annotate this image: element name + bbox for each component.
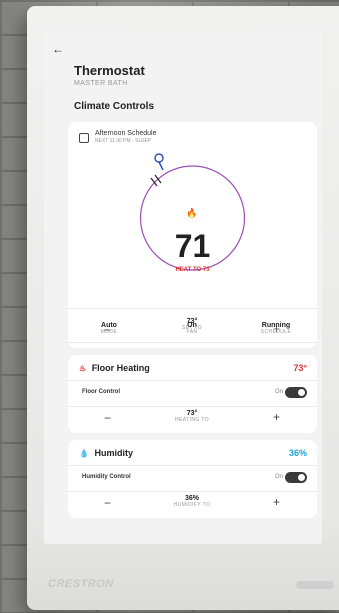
floor-decrement-button[interactable]: − [104,411,111,425]
schedule-selector[interactable]: Running SCHEDULE [241,322,311,335]
floor-target-value: 73° [186,410,198,417]
fan-selector[interactable]: On FAN [157,322,227,335]
divider [68,342,317,343]
mode-selector[interactable]: Auto MODE [74,322,144,335]
floor-heating-label: Floor Heating [91,363,150,373]
humidity-icon: 💧 [79,449,89,458]
fan-label: FAN [186,329,198,335]
thermostat-card: Afternoon Schedule NEXT 11:30 PM - SLEEP… [68,122,317,348]
crestron-logo: CRESTRON [48,578,114,590]
calendar-icon [79,133,89,143]
screen: ← Thermostat MASTER BATH Climate Control… [44,31,322,544]
heat-to-label: HEAT TO 73 [175,267,210,273]
section-title: Climate Controls [74,101,155,112]
floor-target-label: HEATING TO [174,417,209,423]
humidity-card: 💧 Humidity 36% Humidity Control On − 36%… [68,440,317,518]
floor-heating-value: 73° [293,363,307,373]
divider [68,380,317,381]
humidity-decrement-button[interactable]: − [104,496,111,510]
humidity-label: Humidity [94,448,133,458]
humidity-control-toggle[interactable] [285,472,307,483]
room-subtitle: MASTER BATH [74,80,128,87]
back-arrow-icon[interactable]: ← [52,42,64,56]
dial-handle-stem [158,161,164,171]
dial-handle [154,153,164,163]
divider [68,308,317,309]
humidity-target-label: HUMIDIFY TO [173,502,211,508]
mode-value: Auto [101,322,117,329]
floor-increment-button[interactable]: + [273,410,280,424]
floor-control-toggle[interactable] [285,387,307,398]
floor-heat-icon: ♨ [79,364,87,373]
humidity-target-value: 36% [184,495,199,502]
floor-heating-title: ♨ Floor Heating [79,363,150,373]
fan-value: On [187,322,197,329]
schedule-subtitle: NEXT 11:30 PM - SLEEP [95,138,152,144]
schedule-label: SCHEDULE [260,329,292,335]
divider [68,465,317,466]
floor-heating-card: ♨ Floor Heating 73° Floor Control On − 7… [68,355,317,433]
divider [68,406,317,407]
humidity-target-display: 36% HUMIDIFY TO [152,495,232,508]
floor-toggle-state: On [274,389,283,395]
flame-icon: 🔥 [186,208,198,218]
humidity-value: 36% [288,448,307,458]
humidity-title: 💧 Humidity [79,448,133,458]
humidity-increment-button[interactable]: + [273,495,280,509]
page-title: Thermostat [74,63,145,78]
schedule-title[interactable]: Afternoon Schedule [95,130,157,137]
status-light [296,581,334,589]
divider [68,491,317,492]
mode-label: MODE [100,329,118,335]
floor-target-display: 73° HEATING TO [152,410,232,423]
schedule-value: Running [261,322,291,329]
current-temperature: 71 [174,228,211,264]
floor-control-label: Floor Control [82,389,120,395]
humidity-toggle-state: On [274,474,283,480]
humidity-control-label: Humidity Control [82,474,131,480]
